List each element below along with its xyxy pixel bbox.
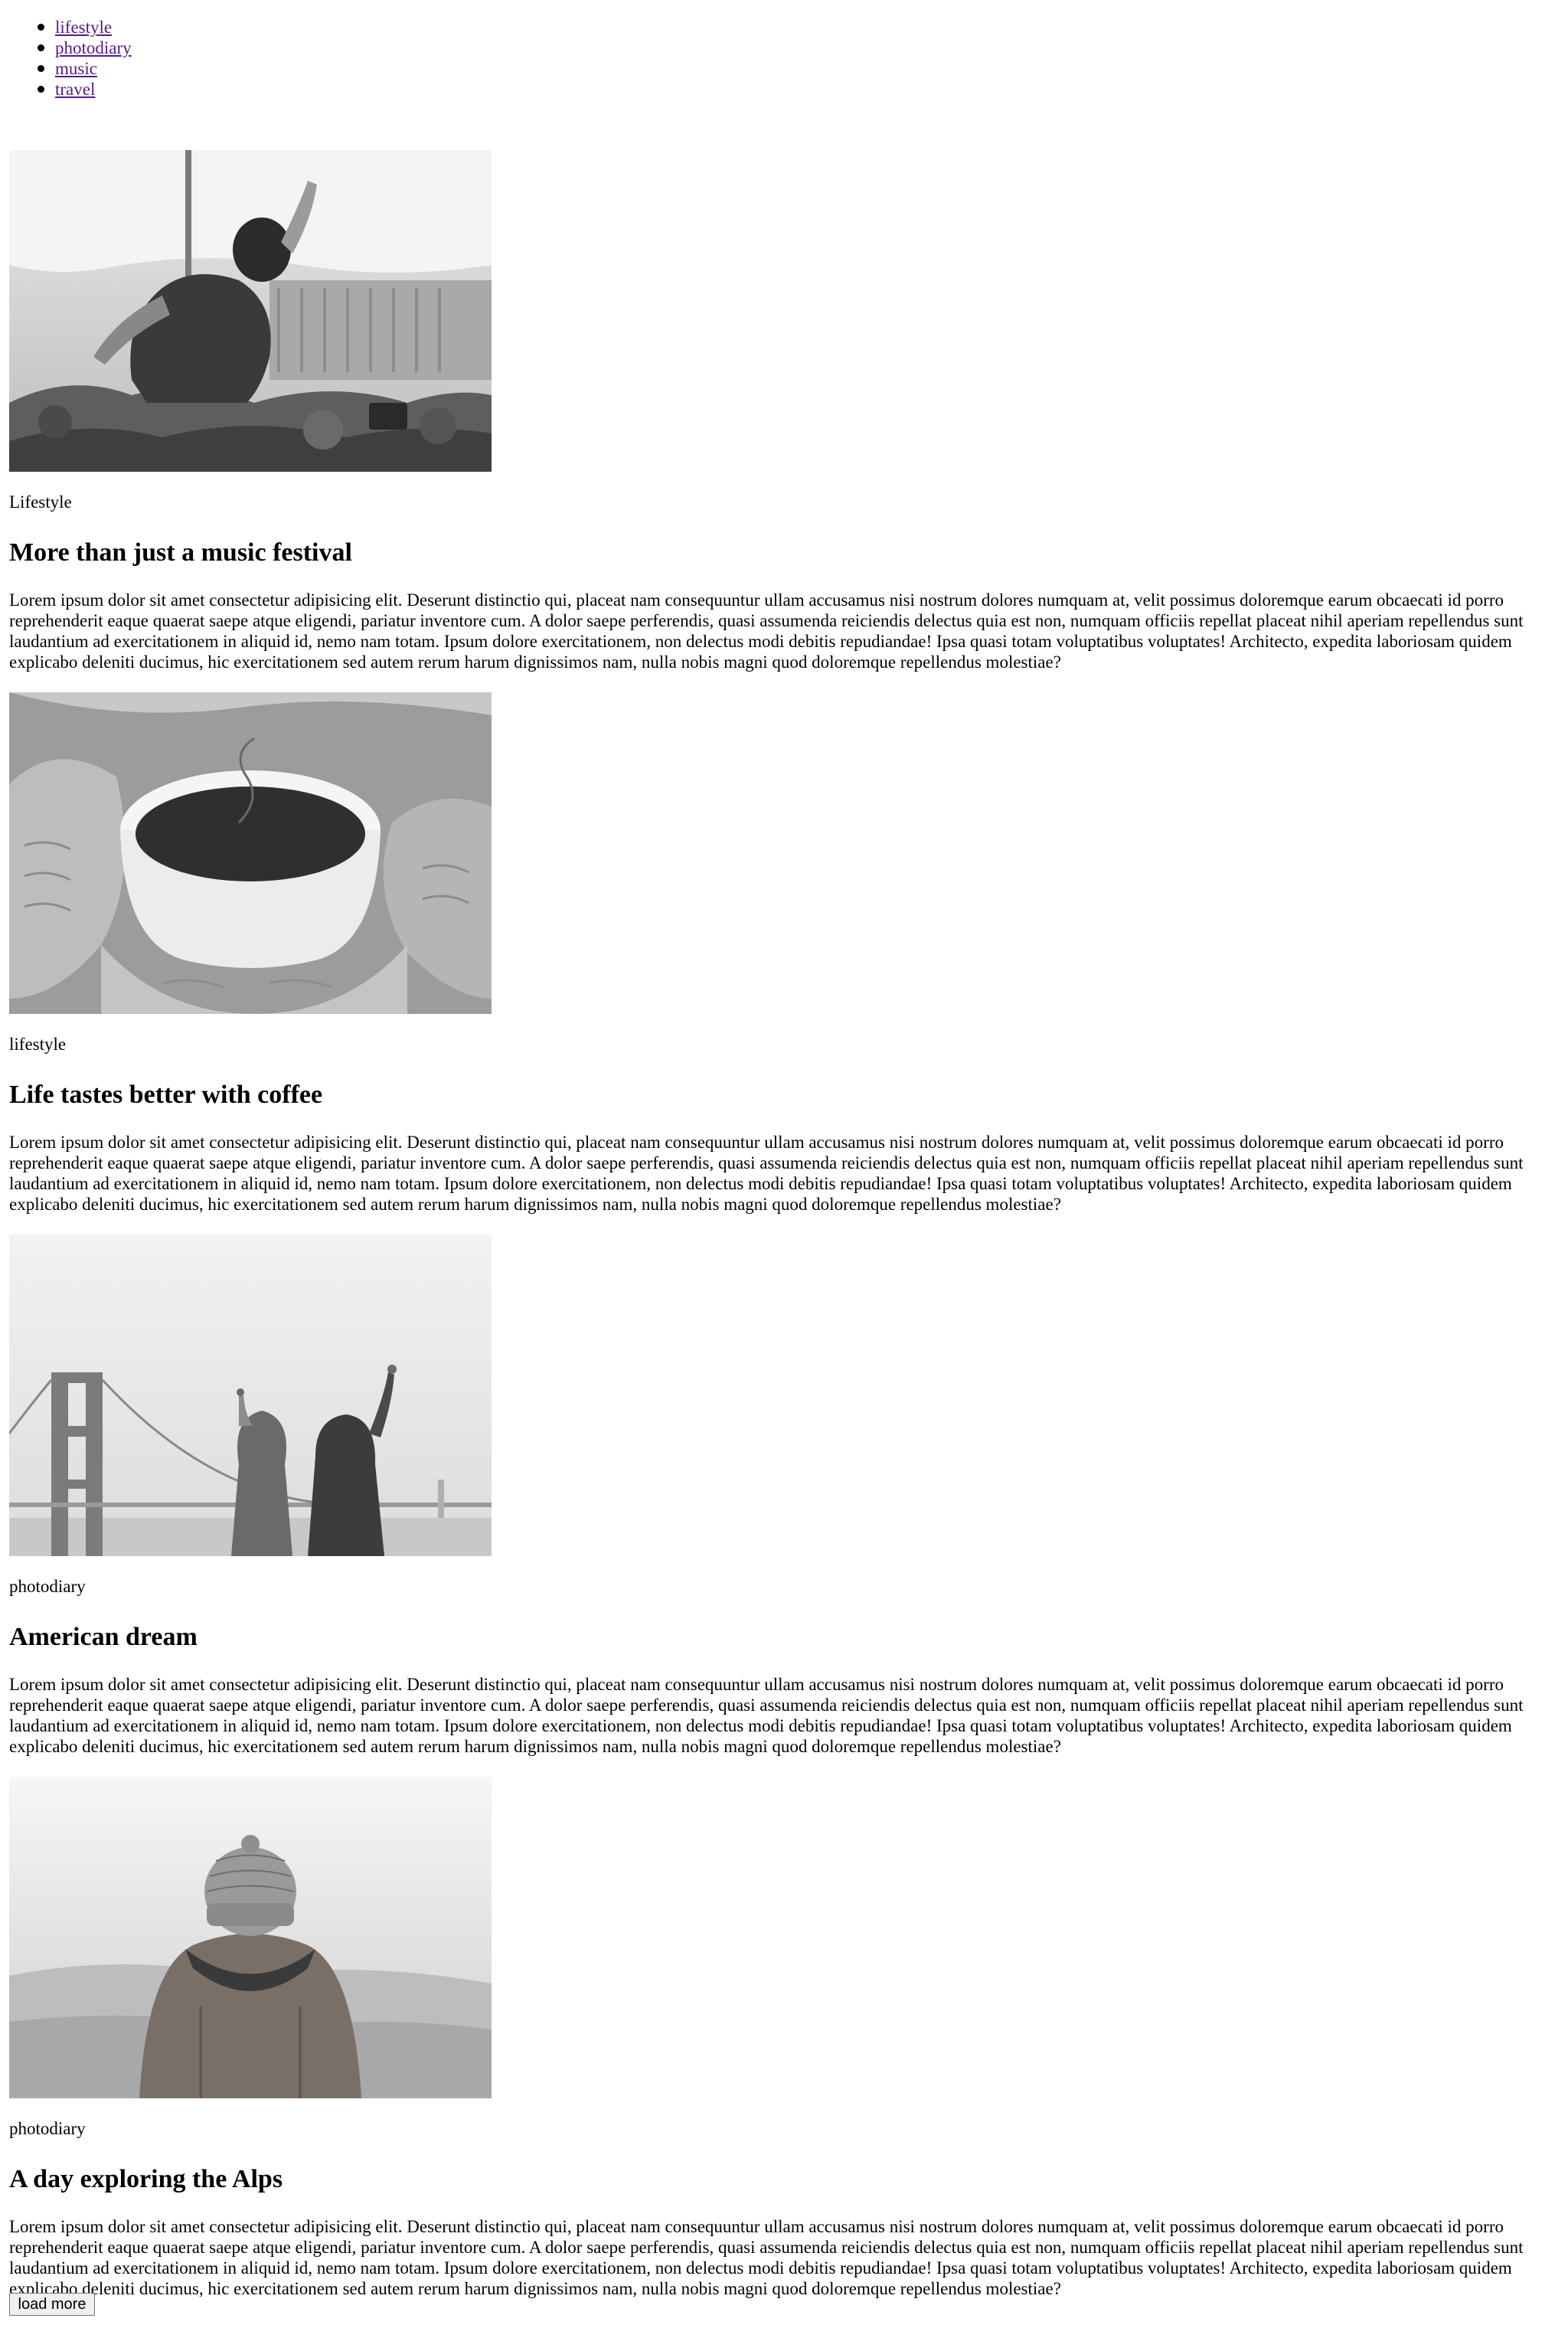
article-card: Lifestyle More than just a music festiva… — [9, 150, 1560, 692]
nav-link-photodiary[interactable]: photodiary — [55, 38, 132, 57]
article-photo-bridge — [9, 1234, 492, 1556]
article-body: Lorem ipsum dolor sit amet consectetur a… — [9, 1675, 1524, 1756]
article-body: Lorem ipsum dolor sit amet consectetur a… — [9, 1133, 1524, 1214]
category-nav: lifestyle photodiary music travel — [9, 17, 1560, 100]
nav-link-music[interactable]: music — [55, 59, 97, 78]
article-body: Lorem ipsum dolor sit amet consectetur a… — [9, 2217, 1524, 2298]
article-title: More than just a music festival — [9, 538, 352, 567]
article-card: photodiary American dream Lorem ipsum do… — [9, 1234, 1560, 1777]
nav-item-travel: travel — [9, 79, 1560, 100]
article-title: American dream — [9, 1623, 198, 1651]
article-category: photodiary — [9, 1577, 86, 1596]
nav-link-lifestyle[interactable]: lifestyle — [55, 18, 112, 37]
article-title: Life tastes better with coffee — [9, 1081, 323, 1109]
load-more-button[interactable]: load more — [9, 2293, 95, 2316]
article-photo-festival — [9, 150, 492, 472]
article-title: A day exploring the Alps — [9, 2165, 283, 2193]
article-list: Lifestyle More than just a music festiva… — [9, 150, 1560, 2319]
nav-item-music: music — [9, 58, 1560, 79]
article-photo-alps — [9, 1777, 492, 2098]
nav-item-photodiary: photodiary — [9, 38, 1560, 58]
article-category: Lifestyle — [9, 492, 72, 512]
article-body: Lorem ipsum dolor sit amet consectetur a… — [9, 590, 1524, 672]
page: lifestyle photodiary music travel Lifest… — [0, 0, 1560, 2301]
article-photo-coffee — [9, 692, 492, 1014]
article-category: lifestyle — [9, 1035, 67, 1054]
article-category: photodiary — [9, 2119, 86, 2138]
article-card: photodiary A day exploring the Alps Lore… — [9, 1777, 1560, 2319]
nav-item-lifestyle: lifestyle — [9, 17, 1560, 38]
article-card: lifestyle Life tastes better with coffee… — [9, 692, 1560, 1234]
nav-link-travel[interactable]: travel — [55, 80, 95, 99]
